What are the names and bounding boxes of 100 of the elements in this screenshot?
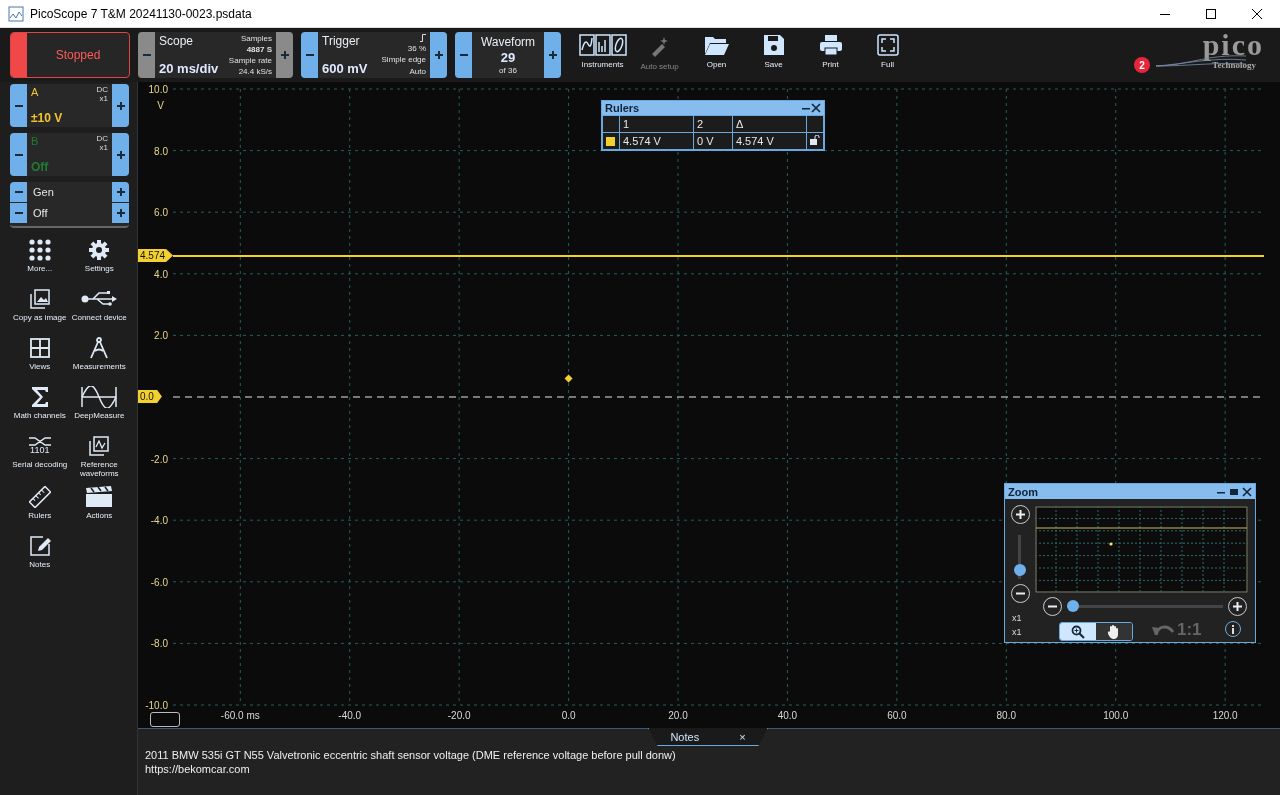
y-scale-label: x1 (1012, 627, 1022, 637)
decrease-button[interactable] (455, 32, 472, 78)
ruler-value: 0 V (697, 135, 714, 147)
sidebar-button[interactable]: Views (10, 336, 70, 379)
y-tick-label: -2.0 (150, 453, 168, 465)
sidebar-button[interactable]: Math channels (10, 385, 70, 428)
decrease-button[interactable] (10, 182, 27, 202)
rising-edge-icon (420, 34, 426, 42)
slider-thumb[interactable] (1014, 563, 1026, 576)
notes-tab-label: Notes (670, 730, 700, 743)
increase-button[interactable] (112, 182, 129, 202)
maximize-icon[interactable] (1229, 486, 1239, 497)
waveform-icon (81, 386, 118, 408)
increase-button[interactable] (544, 32, 561, 78)
plus-icon (547, 50, 558, 60)
decrease-button[interactable] (138, 32, 155, 78)
printer-icon (818, 34, 843, 56)
sidebar-button[interactable]: More... (10, 238, 70, 281)
sidebar-button[interactable]: Reference waveforms (69, 434, 129, 479)
waveform-count: of 36 (499, 65, 517, 76)
x-tick-label: 120.0 (1212, 710, 1238, 721)
toolbar-button[interactable]: Full (860, 32, 915, 78)
y-tick-label: 2.0 (154, 330, 168, 342)
probe-label: x1 (98, 94, 108, 104)
x-scale-label: x1 (1012, 613, 1022, 623)
grid-icon (28, 337, 51, 359)
compass-icon (88, 336, 111, 360)
toolbar-button[interactable]: Open (689, 32, 744, 78)
reference-waveform-icon (88, 435, 111, 457)
dots-grid-icon (28, 239, 51, 261)
plus-icon (115, 100, 126, 111)
decrease-button[interactable] (301, 32, 318, 78)
waveform-number: 29 (500, 49, 516, 65)
sample-rate-label: Sample rate (228, 55, 272, 66)
sidebar-button[interactable]: 1101 Serial decoding (10, 434, 70, 479)
sidebar-button[interactable]: Measurements (69, 336, 129, 379)
notepad-icon (28, 534, 51, 557)
toolbar-button[interactable]: Instruments (575, 32, 630, 78)
sidebar-button[interactable]: Rulers (10, 484, 70, 528)
increase-button[interactable] (112, 133, 129, 176)
y-tick-label: 10.0 (148, 84, 168, 95)
increase-button[interactable] (430, 32, 447, 78)
increase-button[interactable] (112, 203, 129, 223)
trigger-marker-icon (564, 374, 573, 383)
samples-value: 4887 S (245, 44, 272, 55)
increase-button[interactable] (112, 84, 129, 127)
sidebar-button[interactable]: Connect device (69, 287, 129, 330)
y-tick-label: 8.0 (154, 145, 168, 157)
coupling-label: DC (96, 86, 108, 95)
padlock-icon[interactable] (810, 135, 820, 145)
decrease-button[interactable] (10, 84, 27, 127)
sidebar-button[interactable]: Actions (69, 484, 129, 528)
probe-label: x1 (98, 143, 108, 153)
settings-icon (88, 239, 111, 261)
notes-tab[interactable]: Notes × (648, 728, 768, 746)
toolbar-button[interactable]: Print (803, 32, 858, 78)
x-tick-label: 60.0 (887, 710, 907, 721)
trigger-type: Simple edge (381, 55, 426, 65)
panel-title: Zoom (1008, 485, 1038, 498)
magnifier-icon (1071, 624, 1085, 639)
sidebar-button[interactable]: DeepMeasure (69, 385, 129, 428)
axis-handle[interactable] (150, 712, 180, 727)
usb-icon (81, 291, 118, 307)
sidebar-button[interactable]: Notes (10, 533, 70, 577)
waveform-label: Waveform (480, 34, 536, 49)
scope-label: Scope (159, 34, 195, 48)
ruler-value: 4.574 V (735, 135, 774, 147)
column-header: 2 (697, 118, 704, 130)
close-icon[interactable]: × (739, 730, 746, 743)
plus-icon (279, 50, 290, 60)
generator-value: Off (32, 207, 49, 219)
generator-label: Gen (32, 186, 55, 198)
sidebar-button[interactable]: Settings (69, 238, 129, 281)
zoom-mode-toggle[interactable] (1096, 623, 1132, 640)
close-icon[interactable] (1242, 486, 1252, 497)
x-tick-label: 20.0 (668, 710, 688, 721)
x-tick-label: -20.0 (447, 710, 471, 721)
sidebar-button[interactable]: Copy as image (10, 287, 70, 330)
panel-title: Rulers (605, 102, 640, 114)
x-tick-label: 80.0 (996, 710, 1017, 721)
ruler-value-tag: 4.574 (138, 249, 174, 263)
sigma-icon (29, 386, 50, 408)
timebase-value: 20 ms/div (159, 61, 219, 76)
decrease-button[interactable] (10, 203, 27, 223)
zoom-mode-toggle[interactable] (1060, 623, 1096, 640)
slider-thumb[interactable] (1067, 600, 1079, 612)
toolbar-button[interactable]: Save (746, 32, 801, 78)
maximize-icon (1206, 8, 1216, 19)
plus-icon (1233, 602, 1242, 611)
run-stop-button[interactable]: Stopped (10, 32, 130, 78)
y-tick-label: 6.0 (154, 207, 168, 219)
channel-range: ±10 V (31, 111, 63, 125)
app-icon (8, 5, 24, 22)
increase-button[interactable] (276, 32, 293, 78)
column-header: 1 (623, 118, 630, 130)
close-icon[interactable] (811, 103, 821, 113)
column-header: Δ (735, 118, 744, 130)
decrease-button[interactable] (10, 133, 27, 176)
channel-name: B (31, 135, 40, 147)
notes-field[interactable]: 2011 BMW 535i GT N55 Valvetronic eccentric shaft sensor voltage (DME reference voltage before pull donw) https://bekomcar.com (145, 748, 676, 776)
